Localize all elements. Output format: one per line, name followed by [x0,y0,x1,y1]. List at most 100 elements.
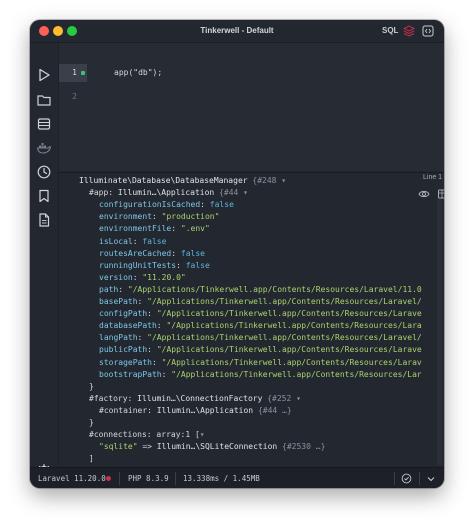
database-icon[interactable] [36,116,52,132]
dump-token: : [147,309,157,319]
folder-icon[interactable] [36,92,52,108]
dump-token: : [137,297,148,306]
docker-icon[interactable] [36,140,52,156]
dump-token: "/Applications/Tinkerwell.app/Contents/R… [171,369,422,379]
dump-row[interactable]: databasePath: "/Applications/Tinkerwell.… [99,320,422,332]
dump-row[interactable]: configurationIsCached: false [99,199,234,211]
dump-row[interactable]: routesAreCached: false [99,248,205,260]
dump-token: : [156,321,167,331]
check-circle-icon[interactable] [401,473,412,484]
dump-token: : [161,369,172,379]
dump-row[interactable]: Illuminate\Database\DatabaseManager {#24… [79,175,286,187]
dump-row[interactable]: storagePath: "/Applications/Tinkerwell.a… [99,357,422,369]
dump-token: #container: [99,405,157,415]
dump-token: : [171,248,181,258]
line-number: 2 [72,92,77,101]
laravel-version[interactable]: Laravel 11.20.0 [38,468,106,488]
dump-row[interactable]: ] [89,453,94,465]
status-dot-icon [106,476,111,481]
dump-row[interactable]: configPath: "/Applications/Tinkerwell.ap… [99,308,422,320]
dump-token: {#44 ▾ [219,188,248,198]
dump-token: "sqlite" [99,442,138,452]
dump-token: false [209,200,234,210]
dump-token: version [99,272,133,282]
dump-token: langPath [99,333,138,343]
dump-row[interactable]: path: "/Applications/Tinkerwell.app/Cont… [99,284,422,296]
dump-token: routesAreCached [99,248,172,258]
sidebar [30,43,59,478]
dump-token: environment [99,212,152,222]
bookmark-icon[interactable] [36,188,52,204]
dump-token: {#248 ▾ [252,176,287,185]
dump-row[interactable]: isLocal: false [99,236,166,248]
dump-token: configurationIsCached [99,200,201,210]
line-indicator: Line 1 [423,174,443,181]
dump-row[interactable]: #factory: Illumin…\ConnectionFactory {#2… [89,393,301,405]
dump-token: : [200,200,210,210]
dump-row[interactable]: version: "11.20.0" [99,272,186,284]
dump-token: {#44 …} [257,405,292,415]
dump-token: "production" [161,212,220,222]
dump-row[interactable]: runningUnitTests: false [99,260,210,272]
separator [175,472,176,485]
dump-token: runningUnitTests [99,260,177,270]
dump-row[interactable]: langPath: "/Applications/Tinkerwell.app/… [99,332,422,344]
dump-token: isLocal [99,236,133,246]
output-scrollbar[interactable] [437,199,442,465]
dump-token: environmentFile [99,224,172,234]
php-version[interactable]: PHP 8.3.9 [128,468,169,488]
tinkerwell-window: Tinkerwell - Default SQL 1 app("db"); 2 … [30,20,444,488]
dump-token: ] [89,454,94,464]
dump-token: "/Applications/Tinkerwell.app/Contents/R… [161,357,422,367]
run-marker-icon[interactable] [81,71,85,75]
dump-token: : [118,284,128,294]
dump-token: storagePath [99,357,152,367]
dump-token: false [142,236,167,246]
code-editor[interactable]: 1 app("db"); 2 [59,43,444,171]
dump-row[interactable]: "sqlite" => Illumin…\SQLiteConnection {#… [99,441,325,453]
dump-token: Illuminate\Database\DatabaseManager [79,176,253,185]
dump-row[interactable]: environment: "production" [99,211,219,223]
separator [119,472,120,485]
dump-token: : [151,357,162,367]
dump-row[interactable]: environmentFile: ".env" [99,223,210,235]
dump-token: : [151,212,162,222]
layers-icon[interactable] [403,25,415,37]
document-icon[interactable] [36,212,52,228]
dump-row[interactable]: #app: Illumin…\Application {#44 ▾ [89,187,248,199]
dump-row[interactable]: basePath: "/Applications/Tinkerwell.app/… [99,296,422,308]
dump-row[interactable]: #container: Illumin…\Application {#44 …} [99,405,292,417]
dump-token: } [89,418,94,427]
dump-row[interactable]: } [89,417,94,429]
dump-row[interactable]: } [89,381,94,393]
dump-token: Illumin…\Application [156,405,258,415]
dump-token: "/Applications/Tinkerwell.app/Contents/R… [166,321,422,331]
dump-token: : [137,333,148,343]
dump-token: false [180,248,205,258]
line-number: 1 [72,68,77,77]
dump-token: "/Applications/Tinkerwell.app/Contents/R… [147,297,422,306]
dump-token: : [132,272,143,282]
clock-icon[interactable] [36,164,52,180]
eye-icon[interactable] [418,188,430,200]
status-bar: Laravel 11.20.0 PHP 8.3.9 13.338ms / 1.4… [30,467,444,488]
chevron-down-icon[interactable] [426,474,436,484]
dump-row[interactable]: #connections: array:1 [▾ [89,429,205,441]
sql-toggle[interactable]: SQL [382,20,398,42]
dump-token: "11.20.0" [142,272,186,282]
dump-token: } [89,381,94,391]
play-icon[interactable] [36,67,52,83]
dump-token: bootstrapPath [99,369,162,379]
dump-row[interactable]: bootstrapPath: "/Applications/Tinkerwell… [99,369,422,381]
dump-token: : [147,345,157,355]
dump-token: basePath [99,297,138,306]
code-line[interactable]: app("db"); [114,68,162,77]
dump-token: "/Applications/Tinkerwell.app/Contents/R… [156,345,422,355]
dump-token: : [132,236,143,246]
dump-row[interactable]: publicPath: "/Applications/Tinkerwell.ap… [99,344,422,356]
code-panel-icon[interactable] [422,25,434,37]
separator [394,472,395,485]
dump-token: false [185,260,210,270]
dump-token: ".env" [180,224,210,234]
dump-token: "/Applications/Tinkerwell.app/Contents/R… [147,333,422,343]
